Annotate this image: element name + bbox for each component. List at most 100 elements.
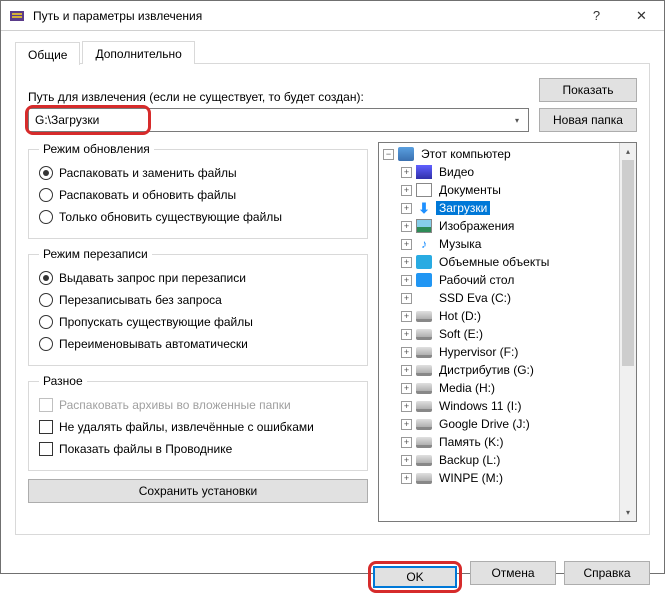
tree-node[interactable]: +Объемные объекты xyxy=(401,253,619,271)
misc-label: Показать файлы в Проводнике xyxy=(59,442,232,456)
3d-icon xyxy=(416,255,432,269)
path-input[interactable] xyxy=(28,108,529,132)
radio-icon xyxy=(39,166,53,180)
desk-icon xyxy=(416,273,432,287)
update-mode-option[interactable]: Распаковать и заменить файлы xyxy=(39,162,357,184)
update-mode-label: Распаковать и заменить файлы xyxy=(59,166,237,180)
tree-node[interactable]: + SSD Eva (C:) xyxy=(401,289,619,307)
tree-label: Изображения xyxy=(436,219,517,233)
tree-node[interactable]: +⬇Загрузки xyxy=(401,199,619,217)
misc-option[interactable]: Не удалять файлы, извлечённые с ошибками xyxy=(39,416,357,438)
ok-button[interactable]: OK xyxy=(373,566,457,588)
img-icon xyxy=(416,219,432,233)
tree-node[interactable]: + Hypervisor (F:) xyxy=(401,343,619,361)
drv-icon xyxy=(416,383,432,394)
tree-node[interactable]: +WINPE (M:) xyxy=(401,469,619,487)
help-button-footer[interactable]: Справка xyxy=(564,561,650,585)
expander-icon[interactable]: + xyxy=(401,293,412,304)
tree-label: Видео xyxy=(436,165,477,179)
overwrite-mode-legend: Режим перезаписи xyxy=(39,247,152,261)
tree-label: Hot (D:) xyxy=(436,309,484,323)
path-dropdown-arrow[interactable]: ▾ xyxy=(509,112,525,128)
close-button[interactable]: ✕ xyxy=(619,1,664,30)
expander-icon[interactable]: + xyxy=(401,257,412,268)
win-icon xyxy=(416,291,432,305)
expander-icon[interactable]: + xyxy=(401,383,412,394)
overwrite-mode-label: Выдавать запрос при перезаписи xyxy=(59,271,246,285)
update-mode-option[interactable]: Только обновить существующие файлы xyxy=(39,206,357,228)
cancel-button[interactable]: Отмена xyxy=(470,561,556,585)
tree-node[interactable]: + Изображения xyxy=(401,217,619,235)
tree-node[interactable]: +Backup (L:) xyxy=(401,451,619,469)
tree-node[interactable]: +Документы xyxy=(401,181,619,199)
help-button[interactable]: ? xyxy=(574,1,619,30)
tree-node-root[interactable]: −Этот компьютер xyxy=(383,145,619,163)
update-mode-option[interactable]: Распаковать и обновить файлы xyxy=(39,184,357,206)
overwrite-mode-option[interactable]: Выдавать запрос при перезаписи xyxy=(39,267,357,289)
save-settings-button[interactable]: Сохранить установки xyxy=(28,479,368,503)
tree-node[interactable]: +Google Drive (J:) xyxy=(401,415,619,433)
drv-icon xyxy=(416,329,432,340)
tab-general[interactable]: Общие xyxy=(15,42,80,65)
tab-advanced-label: Дополнительно xyxy=(95,47,181,61)
tree-node[interactable]: + Soft (E:) xyxy=(401,325,619,343)
expander-icon[interactable]: + xyxy=(401,221,412,232)
scroll-down-icon[interactable]: ▾ xyxy=(620,504,636,521)
tab-general-label: Общие xyxy=(28,48,67,62)
expander-icon[interactable]: + xyxy=(401,455,412,466)
overwrite-mode-label: Пропускать существующие файлы xyxy=(59,315,253,329)
tree-node[interactable]: + Дистрибутив (G:) xyxy=(401,361,619,379)
show-button[interactable]: Показать xyxy=(539,78,637,102)
expander-icon[interactable]: + xyxy=(401,311,412,322)
drv-icon xyxy=(416,347,432,358)
expander-icon[interactable]: + xyxy=(401,185,412,196)
overwrite-mode-option[interactable]: Переименовывать автоматически xyxy=(39,333,357,355)
tree-label: SSD Eva (C:) xyxy=(436,291,514,305)
tree-label: Hypervisor (F:) xyxy=(436,345,521,359)
scrollbar-track[interactable] xyxy=(620,160,636,504)
folder-tree-pane: −Этот компьютер + Видео +Документы+⬇Загрузк… xyxy=(378,142,637,522)
dialog-window: Путь и параметры извлечения ? ✕ Общие До… xyxy=(0,0,665,574)
expander-icon[interactable]: + xyxy=(401,347,412,358)
tree-node[interactable]: +Media (H:) xyxy=(401,379,619,397)
tree-node[interactable]: + Windows 11 (I:) xyxy=(401,397,619,415)
expander-icon[interactable]: + xyxy=(401,365,412,376)
tree-scrollbar[interactable]: ▴ ▾ xyxy=(619,143,636,521)
expander-icon[interactable]: + xyxy=(401,437,412,448)
folder-tree[interactable]: −Этот компьютер + Видео +Документы+⬇Загрузк… xyxy=(379,143,619,521)
overwrite-mode-option[interactable]: Перезаписывать без запроса xyxy=(39,289,357,311)
checkbox-icon xyxy=(39,420,53,434)
overwrite-mode-option[interactable]: Пропускать существующие файлы xyxy=(39,311,357,333)
expander-icon[interactable]: + xyxy=(401,473,412,484)
misc-option: Распаковать архивы во вложенные папки xyxy=(39,394,357,416)
expander-icon[interactable]: + xyxy=(401,401,412,412)
scroll-up-icon[interactable]: ▴ xyxy=(620,143,636,160)
tab-advanced[interactable]: Дополнительно xyxy=(82,41,194,64)
tree-label: Дистрибутив (G:) xyxy=(436,363,537,377)
update-mode-group: Режим обновления Распаковать и заменить … xyxy=(28,142,368,239)
scrollbar-thumb[interactable] xyxy=(622,160,634,366)
tree-node[interactable]: + Hot (D:) xyxy=(401,307,619,325)
checkbox-icon xyxy=(39,398,53,412)
expander-icon[interactable]: + xyxy=(401,419,412,430)
new-folder-button[interactable]: Новая папка xyxy=(539,108,637,132)
tree-node[interactable]: +Рабочий стол xyxy=(401,271,619,289)
checkbox-icon xyxy=(39,442,53,456)
path-label: Путь для извлечения (если не существует,… xyxy=(28,90,529,104)
tree-label: Soft (E:) xyxy=(436,327,486,341)
expander-icon[interactable]: − xyxy=(383,149,394,160)
doc-icon xyxy=(416,183,432,197)
tree-node[interactable]: +Память (K:) xyxy=(401,433,619,451)
expander-icon[interactable]: + xyxy=(401,203,412,214)
expander-icon[interactable]: + xyxy=(401,329,412,340)
tree-label: Windows 11 (I:) xyxy=(436,399,524,413)
tree-node[interactable]: +♪Музыка xyxy=(401,235,619,253)
expander-icon[interactable]: + xyxy=(401,275,412,286)
expander-icon[interactable]: + xyxy=(401,167,412,178)
tree-node[interactable]: + Видео xyxy=(401,163,619,181)
mus-icon: ♪ xyxy=(416,237,432,251)
expander-icon[interactable]: + xyxy=(401,239,412,250)
misc-option[interactable]: Показать файлы в Проводнике xyxy=(39,438,357,460)
tree-label: Загрузки xyxy=(436,201,490,215)
vid-icon xyxy=(416,165,432,179)
